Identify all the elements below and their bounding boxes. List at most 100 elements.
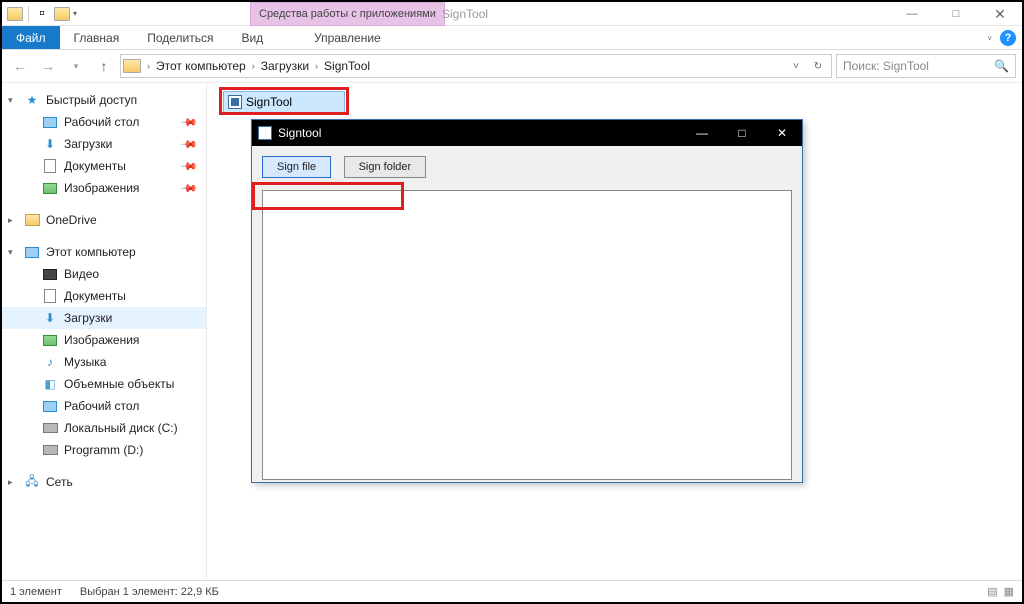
download-icon: ⬇ — [42, 136, 58, 152]
folder-open-icon[interactable] — [53, 5, 71, 23]
network-icon: 🖧 — [24, 474, 40, 490]
explorer-body: ▾ ★ Быстрый доступ Рабочий стол📌 ⬇Загруз… — [2, 82, 1022, 580]
help-icon[interactable]: ? — [1000, 30, 1016, 46]
ribbon-collapse-icon[interactable]: ˅ — [987, 34, 992, 43]
sidebar-item-drive-c[interactable]: Локальный диск (C:) — [2, 417, 206, 439]
search-input[interactable]: Поиск: SignTool 🔍 — [836, 54, 1016, 78]
tab-manage[interactable]: Управление — [300, 26, 395, 50]
close-button[interactable]: ✕ — [978, 2, 1022, 26]
sidebar-item-3d[interactable]: ◧ Объемные объекты — [2, 373, 206, 395]
sidebar-item-documents[interactable]: Документы — [2, 285, 206, 307]
properties-icon[interactable]: ▫ — [33, 5, 51, 23]
pin-icon: 📌 — [180, 135, 199, 154]
sidebar-item-pictures[interactable]: Изображения — [2, 329, 206, 351]
sidebar-item-downloads[interactable]: ⬇ Загрузки — [2, 307, 206, 329]
chevron-down-icon[interactable]: ▾ — [8, 95, 13, 106]
navigation-bar: ← → ▾ ↑ › Этот компьютер › Загрузки › Si… — [2, 50, 1022, 82]
crumb-downloads[interactable]: Загрузки — [257, 59, 313, 73]
minimize-button[interactable]: — — [890, 2, 934, 26]
chevron-right-icon[interactable]: › — [250, 61, 257, 71]
file-list[interactable]: SignTool Signtool — □ ✕ Sign file Sign f… — [207, 83, 1022, 580]
sign-folder-button[interactable]: Sign folder — [344, 156, 427, 178]
sidebar-item-desktop[interactable]: Рабочий стол — [2, 395, 206, 417]
maximize-button[interactable]: □ — [722, 120, 762, 146]
monitor-icon — [42, 114, 58, 130]
chevron-down-icon[interactable]: ▾ — [8, 247, 13, 258]
video-icon — [42, 266, 58, 282]
signtool-body: Sign file Sign folder — [252, 146, 802, 490]
drive-icon — [42, 442, 58, 458]
status-item-count: 1 элемент — [10, 586, 62, 598]
cube-icon: ◧ — [42, 376, 58, 392]
signtool-titlebar[interactable]: Signtool — □ ✕ — [252, 120, 802, 146]
chevron-right-icon[interactable]: ▸ — [8, 215, 13, 226]
computer-icon — [24, 244, 40, 260]
sidebar-label: Быстрый доступ — [46, 93, 137, 107]
download-icon: ⬇ — [42, 310, 58, 326]
sidebar-item-pictures[interactable]: Изображения📌 — [2, 177, 206, 199]
sidebar-item-music[interactable]: ♪Музыка — [2, 351, 206, 373]
recent-locations-icon[interactable]: ▾ — [64, 54, 88, 78]
signtool-window: Signtool — □ ✕ Sign file Sign folder — [251, 119, 803, 483]
file-item-signtool[interactable]: SignTool — [223, 91, 345, 113]
pin-icon: 📌 — [180, 157, 199, 176]
monitor-icon — [42, 398, 58, 414]
qat-customize-icon[interactable]: ▾ — [73, 9, 77, 18]
file-tab[interactable]: Файл — [2, 26, 60, 49]
back-button[interactable]: ← — [8, 54, 32, 78]
close-button[interactable]: ✕ — [762, 120, 802, 146]
tab-view[interactable]: Вид — [227, 26, 277, 49]
sidebar-onedrive[interactable]: ▸ OneDrive — [2, 209, 206, 231]
up-button[interactable]: ↑ — [92, 54, 116, 78]
file-name: SignTool — [246, 95, 292, 109]
sidebar-item-label: Загрузки — [64, 311, 112, 325]
sidebar-item-label: Документы — [64, 159, 126, 173]
address-history-icon[interactable]: ˅ — [785, 55, 807, 77]
maximize-button[interactable]: □ — [934, 2, 978, 26]
sidebar-item-downloads[interactable]: ⬇Загрузки📌 — [2, 133, 206, 155]
chevron-right-icon[interactable]: › — [145, 61, 152, 71]
sidebar-item-desktop[interactable]: Рабочий стол📌 — [2, 111, 206, 133]
window-title: SignTool — [442, 2, 488, 26]
sign-file-button[interactable]: Sign file — [262, 156, 331, 178]
music-icon: ♪ — [42, 354, 58, 370]
status-bar: 1 элемент Выбран 1 элемент: 22,9 КБ ▤ ▦ — [2, 580, 1022, 602]
tab-home[interactable]: Главная — [60, 26, 134, 49]
sidebar-item-videos[interactable]: Видео — [2, 263, 206, 285]
sidebar-item-documents[interactable]: Документы 📌 — [2, 155, 206, 177]
sidebar-quick-access[interactable]: ▾ ★ Быстрый доступ — [2, 89, 206, 111]
minimize-button[interactable]: — — [682, 120, 722, 146]
document-icon — [42, 288, 58, 304]
document-icon — [42, 158, 58, 174]
crumb-this-pc[interactable]: Этот компьютер — [152, 59, 250, 73]
sidebar-item-label: Рабочий стол — [64, 115, 139, 129]
sidebar-this-pc[interactable]: ▾ Этот компьютер — [2, 241, 206, 263]
window-controls: — □ ✕ — [890, 2, 1022, 26]
quick-access-toolbar: ▫ ▾ — [2, 5, 77, 23]
drive-icon — [42, 420, 58, 436]
refresh-icon[interactable]: ↻ — [807, 55, 829, 77]
sidebar-label: Этот компьютер — [46, 245, 136, 259]
search-icon[interactable]: 🔍 — [994, 59, 1009, 73]
star-icon: ★ — [24, 92, 40, 108]
ribbon-context-tab[interactable]: Средства работы с приложениями — [250, 2, 445, 26]
tab-share[interactable]: Поделиться — [133, 26, 227, 49]
chevron-right-icon[interactable]: › — [313, 61, 320, 71]
crumb-signtool[interactable]: SignTool — [320, 59, 374, 73]
sidebar-item-label: Рабочий стол — [64, 399, 139, 413]
chevron-right-icon[interactable]: ▸ — [8, 477, 13, 488]
forward-button[interactable]: → — [36, 54, 60, 78]
search-placeholder: Поиск: SignTool — [843, 59, 929, 73]
sidebar-item-label: Programm (D:) — [64, 443, 143, 457]
status-selection: Выбран 1 элемент: 22,9 КБ — [80, 586, 219, 598]
large-icons-view-icon[interactable]: ▦ — [1004, 585, 1014, 598]
sidebar-item-label: Видео — [64, 267, 99, 281]
picture-icon — [42, 332, 58, 348]
sidebar-item-label: Объемные объекты — [64, 377, 174, 391]
sidebar-network[interactable]: ▸ 🖧 Сеть — [2, 471, 206, 493]
details-view-icon[interactable]: ▤ — [987, 585, 997, 598]
divider — [28, 6, 29, 22]
sidebar-item-drive-d[interactable]: Programm (D:) — [2, 439, 206, 461]
address-bar[interactable]: › Этот компьютер › Загрузки › SignTool ˅… — [120, 54, 832, 78]
signtool-title: Signtool — [278, 126, 321, 140]
